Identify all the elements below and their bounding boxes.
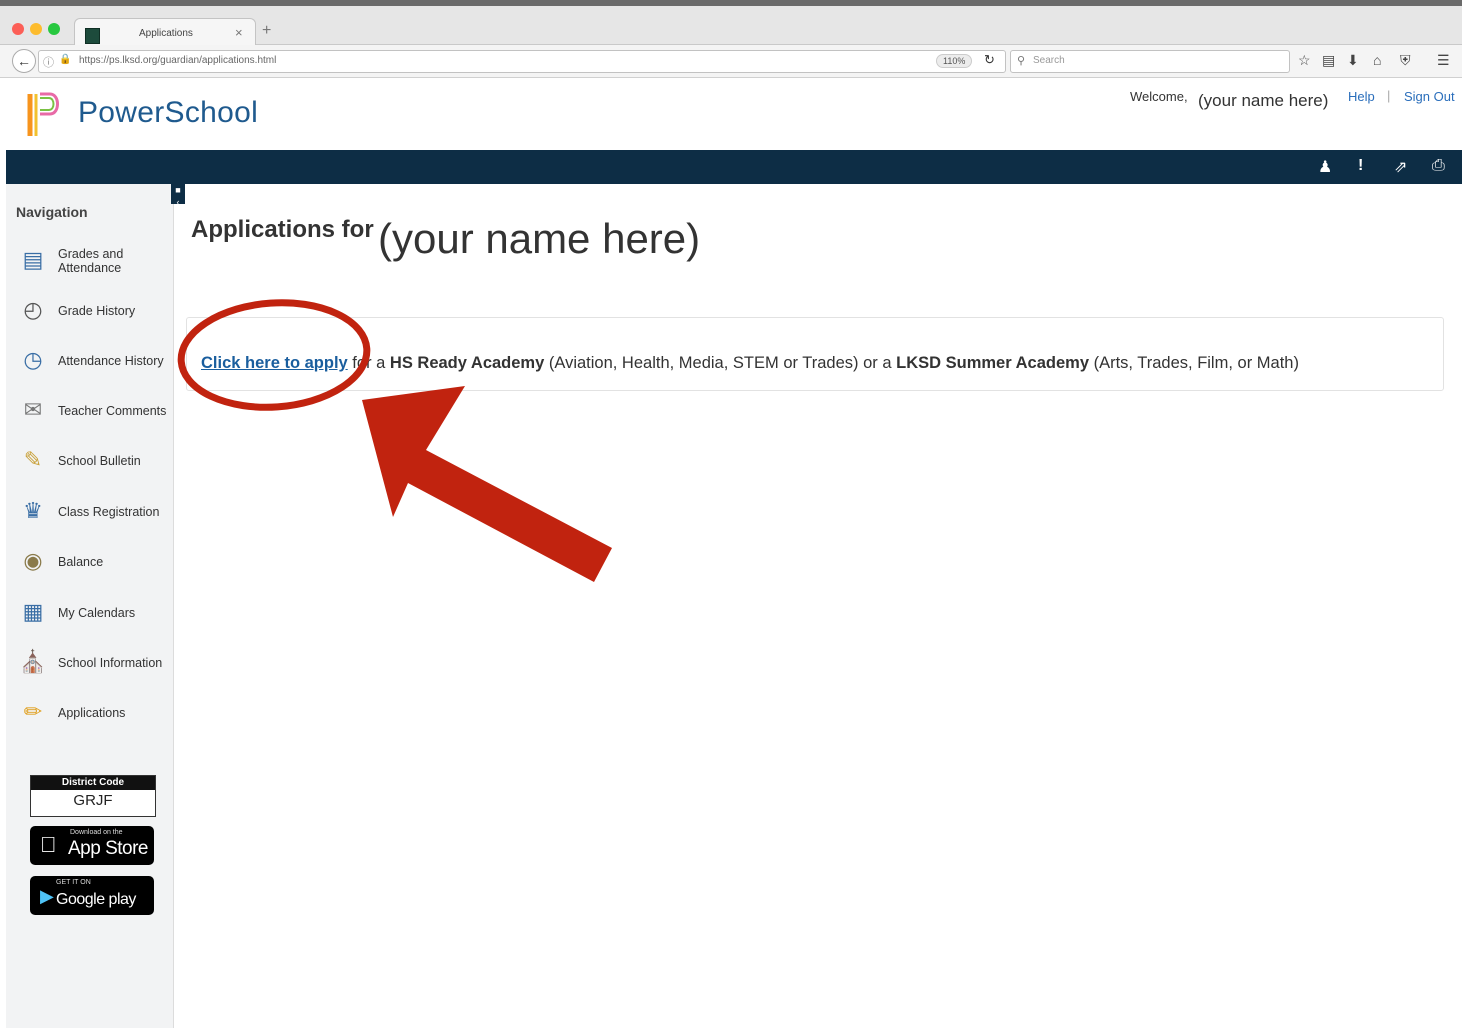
apply-text-part: for a: [347, 354, 390, 372]
pocket-icon[interactable]: ⛨: [1400, 52, 1411, 69]
google-play-text: Google play: [56, 891, 136, 908]
header-separator: |: [1387, 88, 1391, 103]
maximize-window-button[interactable]: [48, 23, 60, 35]
tab-title: Applications: [139, 28, 193, 39]
print-icon[interactable]: ⎙: [1432, 157, 1445, 175]
play-icon: ▶: [40, 886, 54, 906]
zoom-level[interactable]: 110%: [936, 54, 973, 68]
sidebar-item-grades-and-attendance[interactable]: ▤ Grades and Attendance: [18, 241, 168, 281]
balance-icon: ◉: [23, 548, 43, 573]
sidebar-item-label: Grade History: [58, 304, 136, 318]
close-window-button[interactable]: [12, 23, 24, 35]
new-tab-button[interactable]: +: [262, 22, 271, 40]
page-title: Applications for: [191, 216, 374, 243]
school-icon: ⛪: [19, 649, 47, 674]
apply-link[interactable]: Click here to apply: [201, 354, 348, 372]
top-toolbar: ♟ ! ⇗ ⎙: [6, 150, 1462, 184]
menu-icon[interactable]: ☰: [1437, 52, 1450, 69]
person-icon[interactable]: ♟: [1318, 157, 1332, 177]
sidebar-item-label: Balance: [58, 555, 104, 569]
grade-history-icon: ◴: [23, 297, 43, 322]
lock-icon: 🔒: [59, 54, 72, 65]
sidebar-item-teacher-comments[interactable]: ✉ Teacher Comments: [18, 391, 168, 431]
sidebar-item-label: School Bulletin: [58, 454, 141, 468]
favicon-icon: [85, 28, 100, 44]
brand-name: PowerSchool: [78, 96, 259, 129]
google-play-small-text: GET IT ON: [56, 879, 91, 886]
welcome-label: Welcome,: [1130, 89, 1188, 104]
pencil-icon: ✏: [23, 699, 43, 724]
bulletin-icon: ✎: [23, 447, 43, 472]
help-link[interactable]: Help: [1348, 89, 1375, 104]
browser-tab-bar: Applications × +: [0, 6, 1462, 51]
sidebar-item-label: School Information: [58, 656, 163, 670]
comments-icon: ✉: [23, 397, 43, 422]
attendance-icon: ◷: [23, 347, 43, 372]
url-text[interactable]: https://ps.lksd.org/guardian/application…: [79, 55, 276, 66]
address-bar[interactable]: ⓘ 🔒 https://ps.lksd.org/guardian/applica…: [38, 50, 1006, 73]
back-button[interactable]: ←: [12, 49, 36, 73]
sidebar-item-label: Applications: [58, 706, 126, 720]
powerschool-logo-icon: [27, 92, 59, 136]
sign-out-link[interactable]: Sign Out: [1404, 89, 1455, 104]
search-placeholder: Search: [1033, 55, 1065, 66]
apply-text-part: (Arts, Trades, Film, or Math): [1089, 354, 1299, 372]
welcome-user-name: (your name here): [1198, 91, 1329, 110]
download-icon[interactable]: ⬇: [1347, 52, 1359, 69]
apply-box: Click here to apply for a HS Ready Acade…: [186, 317, 1444, 391]
reload-icon[interactable]: ↻: [984, 52, 995, 68]
sidebar-item-label: Class Registration: [58, 505, 160, 519]
sidebar-item-school-bulletin[interactable]: ✎ School Bulletin: [18, 441, 168, 481]
app-store-small-text: Download on the: [70, 829, 123, 836]
info-icon[interactable]: ⓘ: [43, 54, 54, 70]
sidebar-item-attendance-history[interactable]: ◷ Attendance History: [18, 341, 168, 381]
browser-nav-bar: ← ⓘ 🔒 https://ps.lksd.org/guardian/appli…: [0, 45, 1462, 78]
apple-icon: : [40, 832, 57, 858]
app-store-text: App Store: [68, 838, 149, 859]
sidebar-item-label: My Calendars: [58, 606, 136, 620]
registration-icon: ♛: [23, 498, 43, 523]
sidebar-item-my-calendars[interactable]: ▦ My Calendars: [18, 593, 168, 633]
district-code-value: GRJF: [73, 792, 113, 809]
hs-ready-academy: HS Ready Academy: [389, 354, 545, 372]
sidebar-item-school-information[interactable]: ⛪ School Information: [18, 643, 168, 683]
pointer-arrow: [362, 386, 612, 582]
sidebar-item-applications[interactable]: ✏ Applications: [18, 693, 168, 733]
sidebar-item-label: Teacher Comments: [58, 404, 167, 418]
alert-icon[interactable]: !: [1358, 157, 1363, 175]
grades-icon: ▤: [22, 247, 44, 272]
sidebar-item-label: Attendance History: [58, 354, 164, 368]
sidebar: ■ ‹ Navigation ▤ Grades and Attendance ◴ …: [6, 184, 185, 1028]
clipboard-icon[interactable]: ▤: [1322, 52, 1335, 69]
app-header: PowerSchool Welcome, (your name here) He…: [0, 78, 1462, 150]
external-link-icon[interactable]: ⇗: [1394, 157, 1407, 177]
lksd-summer-academy: LKSD Summer Academy: [896, 354, 1089, 372]
star-icon[interactable]: ☆: [1298, 52, 1311, 69]
sidebar-item-class-registration[interactable]: ♛ Class Registration: [18, 492, 168, 532]
district-code-box: District Code GRJF: [30, 775, 156, 817]
collapse-sidebar-button[interactable]: ■ ‹: [171, 184, 185, 207]
apply-text: Click here to apply for a HS Ready Acade…: [201, 354, 1299, 373]
search-icon: ⚲: [1017, 55, 1026, 67]
app-store-badge[interactable]:  Download on the App Store: [30, 826, 154, 865]
page-title-name: (your name here): [378, 215, 701, 262]
sidebar-item-grade-history[interactable]: ◴ Grade History: [18, 291, 168, 331]
close-tab-icon[interactable]: ×: [235, 25, 243, 40]
home-icon[interactable]: ⌂: [1373, 52, 1381, 68]
sidebar-item-label: Grades and Attendance: [58, 247, 124, 275]
search-field[interactable]: ⚲ Search: [1010, 50, 1290, 73]
calendar-icon: ▦: [22, 599, 44, 624]
navigation-heading: Navigation: [16, 204, 88, 220]
minimize-window-button[interactable]: [30, 23, 42, 35]
google-play-badge[interactable]: ▶ GET IT ON Google play: [30, 876, 154, 915]
district-code-label: District Code: [31, 776, 155, 790]
sidebar-item-balance[interactable]: ◉ Balance: [18, 542, 168, 582]
apply-text-part: (Aviation, Health, Media, STEM or Trades…: [544, 354, 897, 372]
